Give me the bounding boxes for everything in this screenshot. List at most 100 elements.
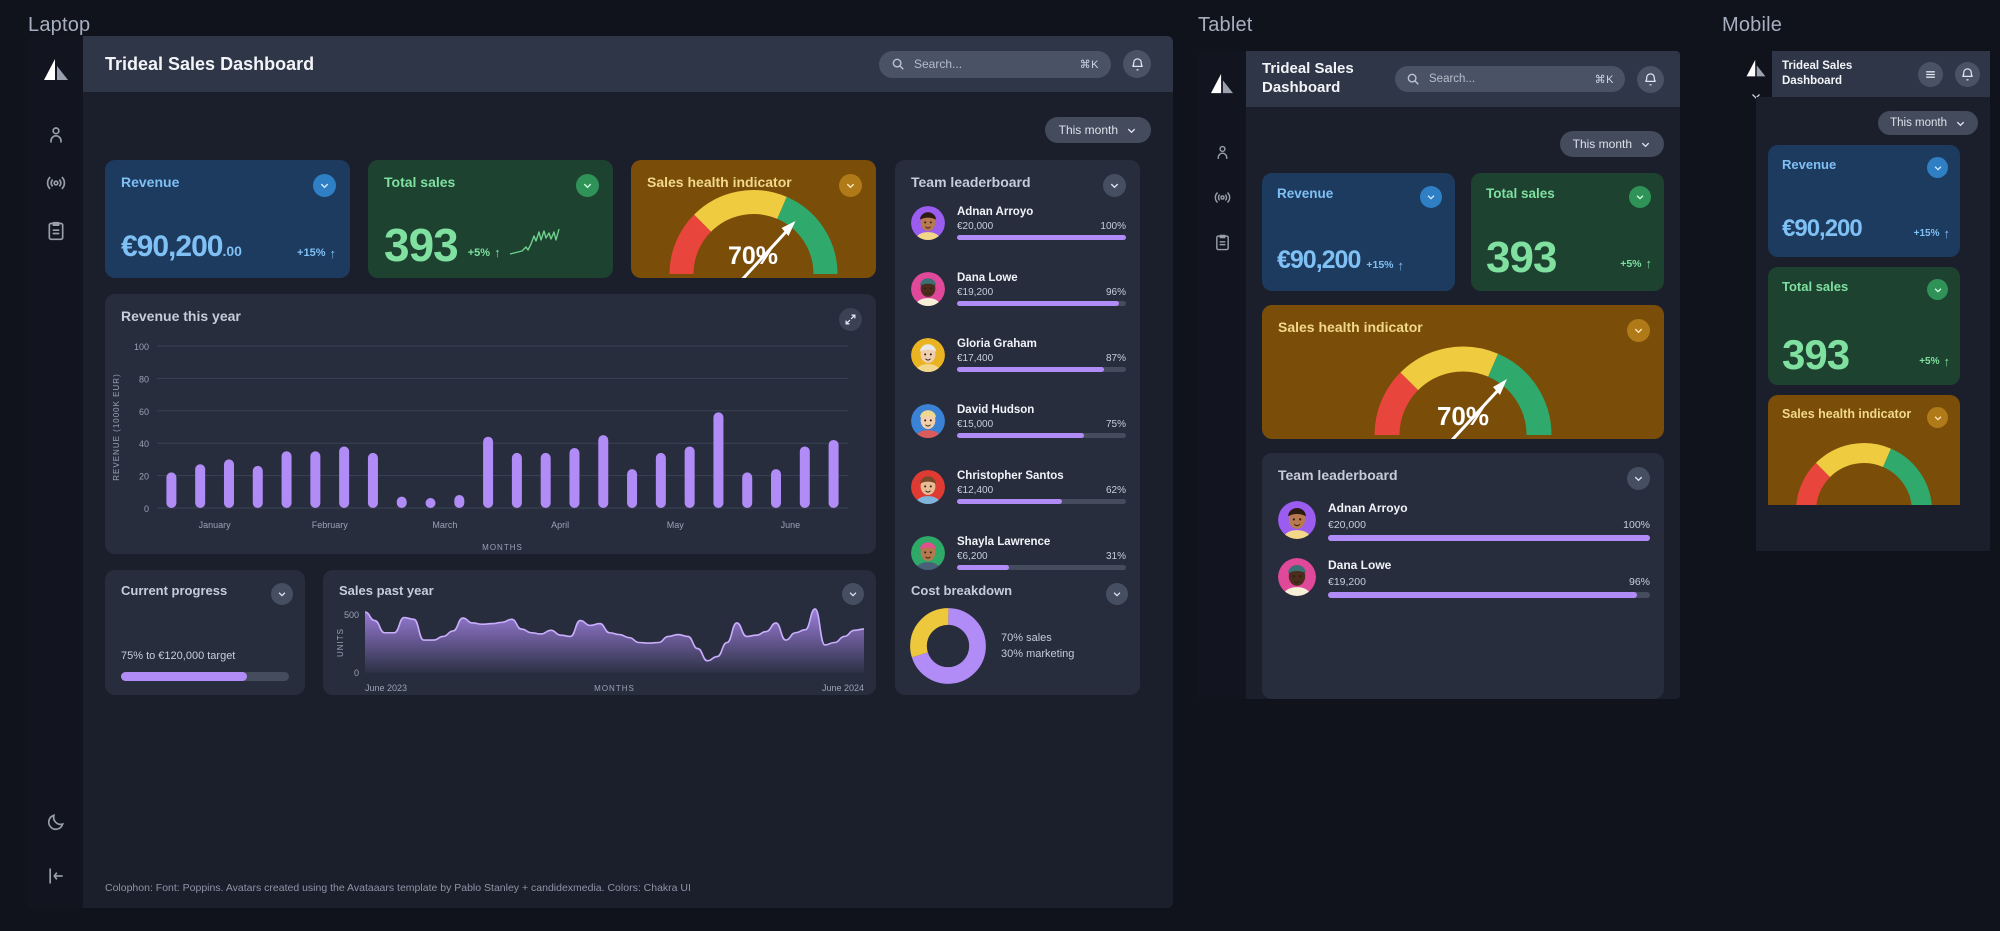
kpi-card-total-sales[interactable]: Total sales 393 +5% ↑ xyxy=(1471,173,1664,291)
leaderboard-progress xyxy=(1328,535,1650,541)
kpi-delta-total-sales: +5% xyxy=(467,246,491,259)
sales-health-expand-button[interactable] xyxy=(1627,319,1650,342)
period-label: This month xyxy=(1058,123,1118,137)
gauge-value: 70% xyxy=(728,242,778,270)
leaderboard-percent: 96% xyxy=(1105,287,1126,298)
current-progress-bar xyxy=(121,672,289,681)
kpi-value-total-sales: 393 xyxy=(384,219,459,272)
kpi-card-revenue[interactable]: Revenue €90,200 +15% ↑ xyxy=(1768,145,1960,257)
total-sales-expand-button[interactable] xyxy=(1629,186,1651,208)
leaderboard-title: Team leaderboard xyxy=(1278,467,1398,483)
current-progress-title: Current progress xyxy=(121,583,228,598)
kpi-title-sales-health: Sales health indicator xyxy=(1278,319,1423,335)
total-sales-expand-button[interactable] xyxy=(1927,279,1948,300)
period-selector[interactable]: This month xyxy=(1559,131,1664,157)
svg-text:June 2024: June 2024 xyxy=(822,683,864,693)
clipboard-icon[interactable] xyxy=(46,221,66,241)
leaderboard-row[interactable]: David Hudson €15,000 75% xyxy=(911,404,1126,438)
menu-button[interactable] xyxy=(1918,61,1943,87)
leaderboard-name: Shayla Lawrence xyxy=(957,536,1051,548)
arrow-up-icon: ↑ xyxy=(1943,226,1951,241)
kpi-title-revenue: Revenue xyxy=(1277,186,1334,201)
trideal-logo xyxy=(1209,73,1235,100)
sales-health-expand-button[interactable] xyxy=(1927,407,1948,428)
leaderboard-expand-button[interactable] xyxy=(1627,467,1650,490)
person-icon[interactable] xyxy=(1214,144,1231,161)
svg-text:40: 40 xyxy=(139,439,149,449)
svg-text:MONTHS: MONTHS xyxy=(594,684,635,693)
clipboard-icon[interactable] xyxy=(1214,234,1231,251)
notifications-button[interactable] xyxy=(1955,61,1980,87)
chevron-down-icon xyxy=(1126,125,1137,136)
laptop-sidebar xyxy=(28,36,83,908)
total-sales-expand-button[interactable] xyxy=(576,174,599,197)
person-icon[interactable] xyxy=(46,125,66,145)
svg-text:April: April xyxy=(551,520,569,530)
leaderboard-amount: €6,200 xyxy=(957,551,988,562)
gauge-value: 70% xyxy=(1437,401,1489,431)
broadcast-icon[interactable] xyxy=(1214,189,1231,206)
leaderboard-amount: €17,400 xyxy=(957,353,994,364)
leaderboard-row[interactable]: Christopher Santos €12,400 62% xyxy=(911,470,1126,504)
period-selector[interactable]: This month xyxy=(1044,117,1151,143)
avatar xyxy=(911,338,945,372)
svg-text:100: 100 xyxy=(134,342,149,352)
leaderboard-percent: 31% xyxy=(1105,551,1126,562)
leaderboard-row[interactable]: Gloria Graham €17,400 87% xyxy=(911,338,1126,372)
revenue-expand-button[interactable] xyxy=(313,174,336,197)
moon-icon[interactable] xyxy=(46,812,66,832)
leaderboard-title: Team leaderboard xyxy=(911,174,1031,190)
kpi-card-revenue[interactable]: Revenue €90,200 .00 +15% ↑ xyxy=(105,160,350,278)
page-title: Trideal Sales Dashboard xyxy=(105,53,315,74)
cost-breakdown-expand-button[interactable] xyxy=(1106,583,1128,605)
search-input[interactable]: Search... ⌘K xyxy=(879,50,1111,78)
leaderboard-row[interactable]: Shayla Lawrence €6,200 31% xyxy=(911,536,1126,570)
leaderboard-name: David Hudson xyxy=(957,404,1035,416)
kpi-card-sales-health[interactable]: Sales health indicator xyxy=(631,160,876,278)
kpi-delta-total-sales: +5% xyxy=(1620,257,1642,270)
arrow-up-icon: ↑ xyxy=(329,245,337,261)
leaderboard-percent: 75% xyxy=(1105,419,1126,430)
svg-text:20: 20 xyxy=(139,472,149,482)
tablet-sidebar xyxy=(1198,51,1246,699)
kpi-card-total-sales[interactable]: Total sales 393 +5% ↑ xyxy=(368,160,613,278)
leaderboard-expand-button[interactable] xyxy=(1103,174,1126,197)
logout-icon[interactable] xyxy=(46,866,66,886)
kpi-card-revenue[interactable]: Revenue €90,200 +15% ↑ xyxy=(1262,173,1455,291)
search-input[interactable]: Search... ⌘K xyxy=(1395,66,1625,92)
kpi-card-sales-health[interactable]: Sales health indicator xyxy=(1262,305,1664,439)
kpi-card-sales-health[interactable]: Sales health indicator xyxy=(1768,395,1960,505)
gauge-chart xyxy=(1768,435,1960,505)
total-sales-sparkline xyxy=(509,227,565,262)
sales-past-year-area-chart: 500 0 UNITS June 2023 MONTHS June 2024 xyxy=(323,602,876,695)
leaderboard-name: Adnan Arroyo xyxy=(957,206,1034,218)
broadcast-icon[interactable] xyxy=(46,173,66,193)
kpi-title-total-sales: Total sales xyxy=(1782,279,1849,294)
leaderboard-percent: 62% xyxy=(1105,485,1126,496)
notifications-button[interactable] xyxy=(1637,65,1664,93)
svg-text:500: 500 xyxy=(344,610,359,620)
revenue-expand-button[interactable] xyxy=(1927,157,1948,178)
revenue-expand-button[interactable] xyxy=(1420,186,1442,208)
period-selector[interactable]: This month xyxy=(1878,111,1978,135)
search-shortcut: ⌘K xyxy=(1594,73,1614,86)
period-label: This month xyxy=(1890,117,1947,129)
leaderboard-row[interactable]: Adnan Arroyo €20,000 100% xyxy=(1278,501,1650,541)
laptop-topbar: Trideal Sales Dashboard Search... ⌘K xyxy=(83,36,1173,92)
search-icon xyxy=(891,57,905,71)
leaderboard-row[interactable]: Dana Lowe €19,200 96% xyxy=(1278,558,1650,598)
leaderboard-row[interactable]: Adnan Arroyo €20,000 100% xyxy=(911,206,1126,240)
screenshot-root: Laptop Trideal Sales Dashboard Search...… xyxy=(0,0,2000,931)
cost-breakdown-donut xyxy=(910,608,986,684)
leaderboard-row[interactable]: Dana Lowe €19,200 96% xyxy=(911,272,1126,306)
revenue-chart-expand-button[interactable] xyxy=(839,308,862,331)
current-progress-expand-button[interactable] xyxy=(271,583,293,605)
leaderboard-amount: €12,400 xyxy=(957,485,994,496)
tablet-topbar: Trideal Sales Dashboard Search... ⌘K xyxy=(1246,51,1680,107)
device-label-mobile: Mobile xyxy=(1722,14,1783,36)
avatar xyxy=(1278,558,1316,596)
cost-breakdown-card: Cost breakdown 70% sales 30% marketing xyxy=(895,570,1140,695)
kpi-card-total-sales[interactable]: Total sales 393 +5% ↑ xyxy=(1768,267,1960,385)
kpi-title-sales-health: Sales health indicator xyxy=(1782,407,1912,421)
notifications-button[interactable] xyxy=(1123,50,1151,78)
